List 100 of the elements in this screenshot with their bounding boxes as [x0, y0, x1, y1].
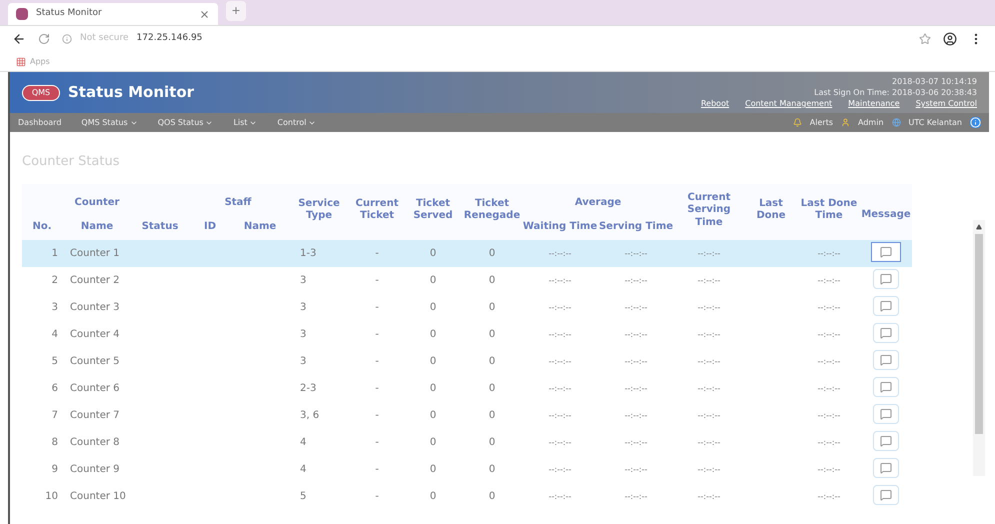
- table-cell: --:--:--: [624, 464, 648, 474]
- table-cell: 3: [300, 274, 306, 286]
- column-group-header: Staff: [224, 196, 252, 208]
- table-row[interactable]: 3 Counter 3 3 - 0 0 --:--:-- --:--:-- --:--:-- --:--:--: [22, 294, 912, 320]
- table-row[interactable]: 5 Counter 5 3 - 0 0 --:--:-- --:--:-- --:--:-- --:--:--: [22, 348, 912, 374]
- column-header: Name: [244, 220, 276, 232]
- table-cell: --:--:--: [818, 330, 840, 338]
- table-cell: --:--:--: [818, 438, 840, 446]
- table-cell: 2: [52, 274, 58, 286]
- table-cell: 9: [52, 464, 58, 474]
- table-cell: --:--:--: [624, 248, 648, 258]
- nav-menu-item[interactable]: Control: [277, 116, 316, 128]
- close-icon[interactable]: [199, 8, 210, 20]
- table-cell: -: [375, 436, 379, 448]
- message-icon: [880, 462, 892, 474]
- table-cell: --:--:--: [698, 330, 720, 338]
- table-cell: Counter 7: [70, 410, 120, 420]
- table-cell: --:--:--: [818, 302, 840, 312]
- new-tab-button[interactable]: +: [226, 1, 246, 21]
- datetime-text: 2018-03-07 10:14:19: [892, 76, 977, 87]
- logo: QMS: [22, 84, 60, 100]
- nav-menu-item[interactable]: List: [233, 116, 258, 128]
- back-icon[interactable]: [12, 32, 26, 46]
- site-link[interactable]: UTC Kelantan: [908, 116, 962, 128]
- message-icon: [880, 381, 892, 393]
- column-header: Ticket Renegade: [462, 198, 522, 223]
- table-cell: --:--:--: [548, 356, 572, 366]
- table-row[interactable]: 8 Counter 8 4 - 0 0 --:--:-- --:--:-- --:--:-- --:--:--: [22, 428, 912, 456]
- table-cell: --:--:--: [698, 384, 720, 392]
- column-header: Waiting Time: [522, 220, 598, 232]
- table-row[interactable]: 4 Counter 4 3 - 0 0 --:--:-- --:--:-- --:--:-- --:--:--: [22, 320, 912, 348]
- table-cell: --:--:--: [818, 492, 840, 500]
- info-icon[interactable]: [970, 117, 981, 128]
- table-cell: 2-3: [300, 382, 316, 394]
- nav-menu-item[interactable]: QOS Status: [158, 116, 214, 128]
- address-bar[interactable]: Not secure 172.25.146.95: [62, 32, 907, 46]
- reload-icon[interactable]: [38, 33, 50, 45]
- scroll-up-icon[interactable]: [976, 224, 982, 230]
- table-cell: Counter 4: [70, 328, 120, 340]
- header-link[interactable]: Reboot: [700, 98, 730, 109]
- table-cell: Counter 10: [70, 490, 126, 502]
- alerts-link[interactable]: Alerts: [810, 116, 834, 128]
- table-cell: --:--:--: [624, 356, 648, 366]
- table-cell: --:--:--: [548, 330, 572, 338]
- bookmark-star-icon[interactable]: [919, 33, 931, 45]
- table-cell: --:--:--: [624, 330, 648, 338]
- table-cell: 0: [430, 382, 436, 394]
- table-cell: 3: [300, 328, 306, 340]
- scroll-thumb[interactable]: [975, 234, 983, 434]
- table-cell: --:--:--: [698, 248, 720, 258]
- message-button[interactable]: [871, 242, 901, 262]
- table-cell: 0: [430, 356, 436, 366]
- column-header: Ticket Served: [412, 198, 454, 223]
- table-row[interactable]: 6 Counter 6 2-3 - 0 0 --:--:-- --:--:-- --:--:-- --:--:--: [22, 374, 912, 402]
- message-icon: [880, 435, 892, 447]
- table-cell: Counter 6: [70, 382, 120, 394]
- column-header: Status: [142, 220, 178, 232]
- profile-icon[interactable]: [943, 32, 957, 46]
- table-cell: Counter 3: [70, 302, 120, 312]
- table-cell: 5: [300, 490, 306, 502]
- header-link[interactable]: Maintenance: [848, 98, 900, 109]
- nav-menu-item[interactable]: QMS Status: [81, 116, 138, 128]
- table-cell: 0: [430, 328, 436, 340]
- table-cell: --:--:--: [548, 492, 572, 500]
- message-icon: [880, 327, 892, 339]
- table-cell: 0: [488, 464, 496, 474]
- apps-bookmark[interactable]: Apps: [30, 56, 50, 68]
- table-cell: 0: [430, 302, 436, 312]
- table-cell: --:--:--: [698, 356, 720, 366]
- security-label: Not secure: [80, 32, 129, 46]
- table-cell: --:--:--: [624, 410, 648, 420]
- table-cell: 0: [430, 274, 436, 286]
- table-cell: Counter 8: [70, 436, 120, 448]
- user-link[interactable]: Admin: [858, 116, 884, 128]
- column-header: Name: [80, 220, 114, 232]
- table-cell: -: [375, 248, 379, 258]
- table-cell: --:--:--: [698, 410, 720, 420]
- table-row[interactable]: 9 Counter 9 4 - 0 0 --:--:-- --:--:-- --:--:-- --:--:--: [22, 456, 912, 482]
- table-row[interactable]: 2 Counter 2 3 - 0 0 --:--:-- --:--:-- --:--:-- --:--:--: [22, 266, 912, 294]
- table-cell: --:--:--: [698, 302, 720, 312]
- header-link[interactable]: Content Management: [745, 98, 832, 109]
- column-header: Serving Time: [598, 220, 674, 232]
- column-header: No.: [32, 220, 52, 232]
- column-header: Current Serving Time: [686, 192, 732, 229]
- table-row[interactable]: 10 Counter 10 5 - 0 0 --:--:-- --:--:-- --:--:-- --:--:--: [22, 482, 912, 510]
- table-cell: 3: [52, 302, 58, 312]
- scrollbar[interactable]: [973, 220, 985, 476]
- table-cell: --:--:--: [548, 276, 572, 284]
- message-icon: [880, 489, 892, 501]
- header-link[interactable]: System Control: [916, 98, 977, 109]
- column-header: Last Done Time: [800, 198, 858, 223]
- apps-icon[interactable]: [16, 56, 26, 66]
- favicon-icon: [16, 8, 28, 20]
- nav-menu-item[interactable]: Dashboard: [18, 116, 62, 128]
- table-row[interactable]: 7 Counter 7 3, 6 - 0 0 --:--:-- --:--:-- --:--:-- --:--:--: [22, 402, 912, 428]
- user-icon: [841, 118, 850, 127]
- column-header: Service Type: [297, 198, 341, 223]
- browser-tab[interactable]: Status Monitor: [8, 3, 218, 25]
- table-cell: 1: [52, 248, 58, 258]
- message-icon: [880, 273, 892, 285]
